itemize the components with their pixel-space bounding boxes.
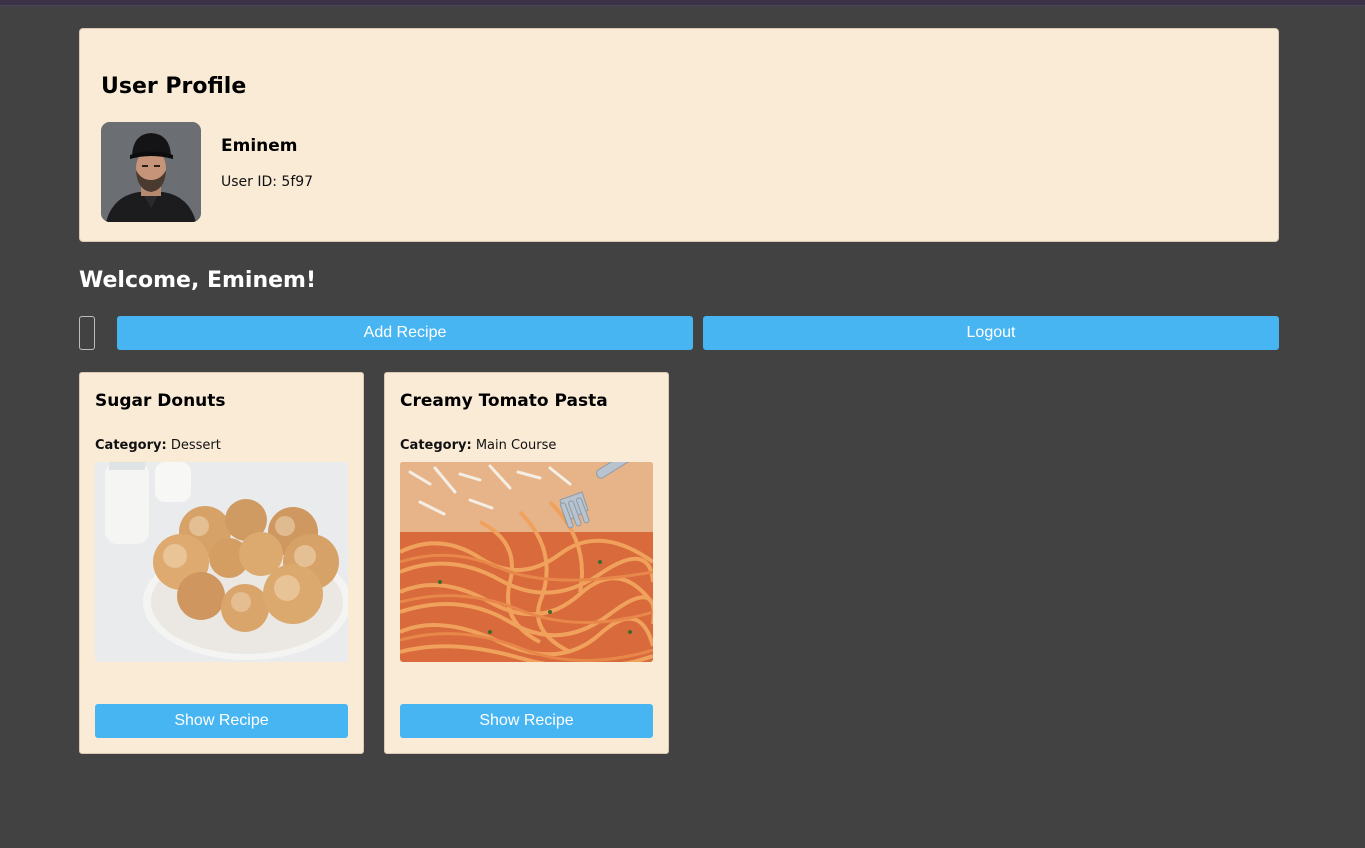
window-top-strip	[0, 0, 1365, 6]
show-recipe-button[interactable]: Show Recipe	[95, 704, 348, 738]
recipe-category: Category: Main Course	[400, 437, 653, 455]
profile-row: Eminem User ID: 5f97	[101, 122, 1257, 222]
avatar	[101, 122, 201, 222]
show-recipe-button[interactable]: Show Recipe	[400, 704, 653, 738]
recipe-image	[400, 462, 653, 662]
recipe-category-value: Main Course	[475, 438, 557, 453]
recipe-category-value: Dessert	[170, 438, 221, 453]
menu-toggle-button[interactable]	[79, 316, 95, 350]
recipe-card: Sugar Donuts Category: Dessert Show Reci…	[79, 372, 364, 754]
action-bar: Add Recipe Logout	[79, 315, 1279, 351]
logout-button[interactable]: Logout	[703, 316, 1279, 350]
profile-title: User Profile	[101, 74, 247, 99]
recipe-list: Sugar Donuts Category: Dessert Show Reci…	[79, 372, 1279, 754]
recipe-title: Sugar Donuts	[95, 391, 226, 411]
profile-name: Eminem	[221, 136, 298, 156]
recipe-title: Creamy Tomato Pasta	[400, 391, 608, 411]
page-container: User Profile Eminem User ID: 5f97 Welcom…	[79, 28, 1279, 754]
profile-info: Eminem User ID: 5f97	[221, 122, 313, 222]
add-recipe-button[interactable]: Add Recipe	[117, 316, 693, 350]
recipe-category: Category: Dessert	[95, 437, 348, 455]
recipe-card: Creamy Tomato Pasta Category: Main Cours…	[384, 372, 669, 754]
profile-user-id: User ID: 5f97	[221, 174, 314, 190]
welcome-heading: Welcome, Eminem!	[79, 268, 316, 293]
user-profile-card: User Profile Eminem User ID: 5f97	[79, 28, 1279, 242]
recipe-image	[95, 462, 348, 662]
recipe-category-label: Category:	[400, 438, 472, 453]
recipe-category-label: Category:	[95, 438, 167, 453]
